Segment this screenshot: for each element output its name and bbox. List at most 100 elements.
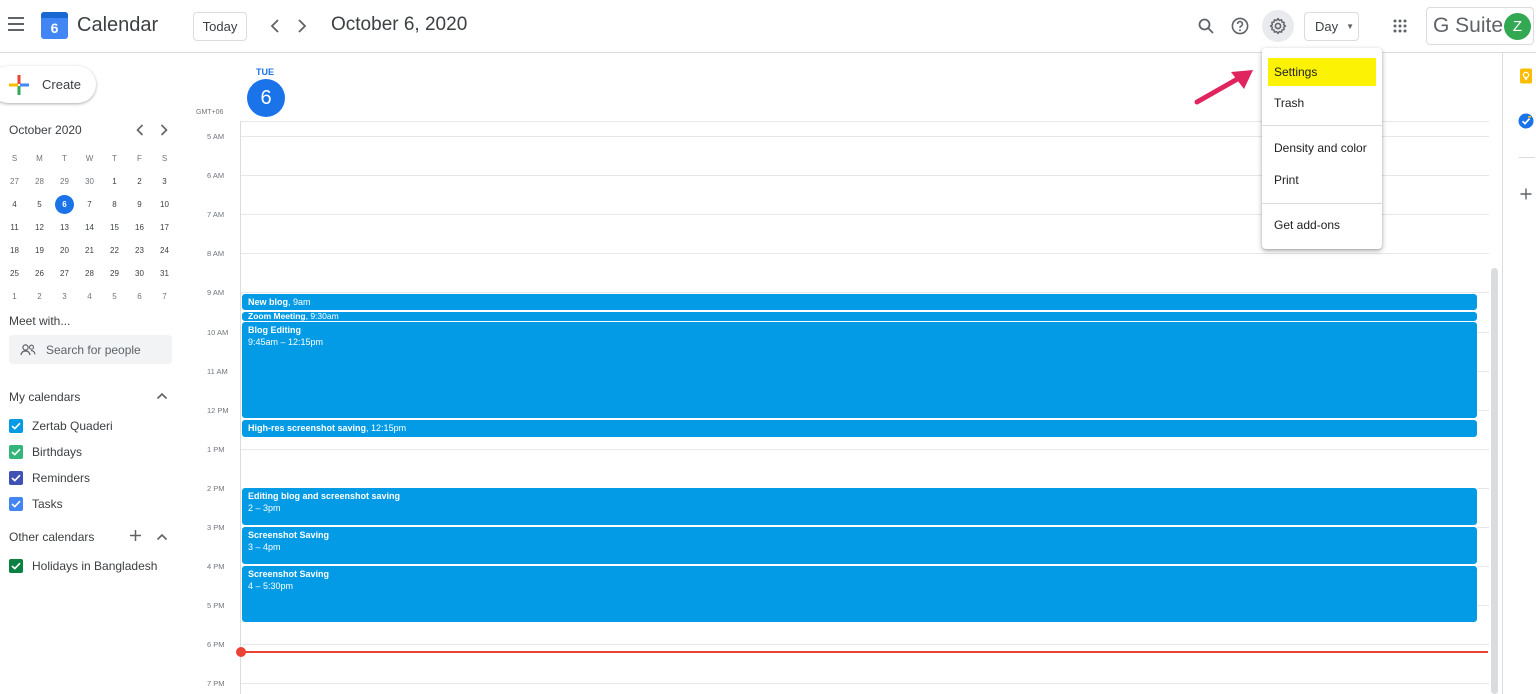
mini-month-day[interactable]: 29 bbox=[102, 264, 127, 283]
calendar-item[interactable]: Reminders bbox=[9, 471, 90, 485]
calendar-item[interactable]: Holidays in Bangladesh bbox=[9, 559, 157, 573]
mini-month-day[interactable]: 4 bbox=[77, 287, 102, 306]
mini-month-day[interactable]: 17 bbox=[152, 218, 177, 237]
today-button[interactable]: Today bbox=[193, 12, 247, 41]
mini-month-day[interactable]: 4 bbox=[2, 195, 27, 214]
checkbox-checked-icon[interactable] bbox=[9, 419, 23, 433]
mini-month-day[interactable]: 12 bbox=[27, 218, 52, 237]
add-calendar-icon[interactable] bbox=[129, 529, 142, 547]
avatar[interactable]: Z bbox=[1504, 13, 1531, 40]
hour-gridline bbox=[241, 644, 1489, 646]
chevron-up-icon[interactable] bbox=[156, 389, 168, 403]
mini-month-day[interactable]: 16 bbox=[127, 218, 152, 237]
add-addon-icon[interactable] bbox=[1520, 187, 1532, 205]
help-icon[interactable] bbox=[1225, 11, 1255, 41]
mini-month-day[interactable]: 1 bbox=[2, 287, 27, 306]
calendar-item[interactable]: Birthdays bbox=[9, 445, 82, 459]
mini-month-day[interactable]: 6 bbox=[127, 287, 152, 306]
menu-divider bbox=[1262, 203, 1382, 204]
day-number-text: 30 bbox=[135, 269, 144, 278]
calendar-event[interactable]: Screenshot Saving 4 – 5:30pm bbox=[241, 565, 1478, 623]
mini-month-day[interactable]: 29 bbox=[52, 172, 77, 191]
timezone-label: GMT+06 bbox=[196, 109, 224, 116]
mini-month-day[interactable]: 30 bbox=[77, 172, 102, 191]
checkbox-checked-icon[interactable] bbox=[9, 497, 23, 511]
mini-month-day[interactable]: 9 bbox=[127, 195, 152, 214]
mini-month-day[interactable]: 2 bbox=[27, 287, 52, 306]
day-number-text: 11 bbox=[10, 223, 19, 232]
checkbox-checked-icon[interactable] bbox=[9, 445, 23, 459]
tasks-icon[interactable] bbox=[1518, 113, 1534, 134]
checkbox-checked-icon[interactable] bbox=[9, 559, 23, 573]
mini-month-day[interactable]: 22 bbox=[102, 241, 127, 260]
day-number-text: 28 bbox=[35, 177, 44, 186]
mini-month-day[interactable]: 3 bbox=[152, 172, 177, 191]
mini-month-day[interactable]: 8 bbox=[102, 195, 127, 214]
apps-grid-icon[interactable] bbox=[1385, 11, 1415, 41]
mini-month-day[interactable]: 7 bbox=[77, 195, 102, 214]
mini-month-day[interactable]: 25 bbox=[2, 264, 27, 283]
mini-month-day[interactable]: 19 bbox=[27, 241, 52, 260]
view-selector[interactable]: Day ▼ bbox=[1304, 12, 1359, 41]
mini-month-day[interactable]: 27 bbox=[2, 172, 27, 191]
calendar-item[interactable]: Zertab Quaderi bbox=[9, 419, 113, 433]
mini-month-day[interactable]: 23 bbox=[127, 241, 152, 260]
calendar-event[interactable]: High-res screenshot saving, 12:15pm bbox=[241, 419, 1478, 438]
my-calendars-heading[interactable]: My calendars bbox=[9, 390, 80, 404]
chevron-left-icon[interactable] bbox=[264, 14, 286, 38]
mini-month-day[interactable]: 3 bbox=[52, 287, 77, 306]
day-number-text: 23 bbox=[135, 246, 144, 255]
mini-month-day[interactable]: 26 bbox=[27, 264, 52, 283]
event-time: , 9:30am bbox=[305, 311, 339, 321]
mini-month-day[interactable]: 5 bbox=[102, 287, 127, 306]
keep-icon[interactable] bbox=[1519, 68, 1533, 89]
hour-label: 8 AM bbox=[207, 249, 225, 259]
search-people-input[interactable]: Search for people bbox=[9, 335, 172, 364]
calendar-event[interactable]: Editing blog and screenshot saving 2 – 3p… bbox=[241, 487, 1478, 526]
menu-item-trash[interactable]: Trash bbox=[1268, 89, 1376, 117]
create-button[interactable]: Create bbox=[0, 66, 96, 103]
checkbox-checked-icon[interactable] bbox=[9, 471, 23, 485]
mini-month-day[interactable]: 5 bbox=[27, 195, 52, 214]
mini-month-day[interactable]: 21 bbox=[77, 241, 102, 260]
mini-month-day[interactable]: 1 bbox=[102, 172, 127, 191]
mini-month-day[interactable]: 28 bbox=[77, 264, 102, 283]
main-menu-icon[interactable] bbox=[8, 17, 24, 31]
gear-icon[interactable] bbox=[1262, 10, 1294, 42]
search-icon[interactable] bbox=[1191, 11, 1221, 41]
menu-item-get-add-ons[interactable]: Get add-ons bbox=[1268, 211, 1376, 239]
calendar-item[interactable]: Tasks bbox=[9, 497, 63, 511]
calendar-event[interactable]: New blog, 9am bbox=[241, 293, 1478, 311]
day-number-text: 26 bbox=[35, 269, 44, 278]
mini-month-day[interactable]: 7 bbox=[152, 287, 177, 306]
day-number-text: 7 bbox=[162, 292, 167, 301]
mini-month-next-icon[interactable] bbox=[157, 121, 171, 139]
mini-month-day[interactable]: 11 bbox=[2, 218, 27, 237]
mini-month-prev-icon[interactable] bbox=[133, 121, 147, 139]
mini-month-day[interactable]: 24 bbox=[152, 241, 177, 260]
day-number-text: 5 bbox=[37, 200, 42, 209]
mini-month-day[interactable]: 13 bbox=[52, 218, 77, 237]
mini-month-day[interactable]: 27 bbox=[52, 264, 77, 283]
calendar-event[interactable]: Blog Editing 9:45am – 12:15pm bbox=[241, 321, 1478, 419]
calendar-event[interactable]: Screenshot Saving 3 – 4pm bbox=[241, 526, 1478, 565]
menu-item-density-and-color[interactable]: Density and color bbox=[1268, 134, 1376, 162]
mini-month-today[interactable]: 6 bbox=[52, 195, 77, 214]
mini-month-day[interactable]: 31 bbox=[152, 264, 177, 283]
day-number[interactable]: 6 bbox=[247, 79, 285, 117]
mini-month-day[interactable]: 30 bbox=[127, 264, 152, 283]
mini-month-day[interactable]: 2 bbox=[127, 172, 152, 191]
mini-month-day[interactable]: 20 bbox=[52, 241, 77, 260]
chevron-right-icon[interactable] bbox=[291, 14, 313, 38]
mini-month-day[interactable]: 18 bbox=[2, 241, 27, 260]
gsuite-account-button[interactable]: G Suite Z bbox=[1426, 7, 1534, 45]
other-calendars-heading[interactable]: Other calendars bbox=[9, 530, 94, 544]
mini-month-day[interactable]: 28 bbox=[27, 172, 52, 191]
mini-month-day[interactable]: 10 bbox=[152, 195, 177, 214]
menu-item-print[interactable]: Print bbox=[1268, 166, 1376, 194]
scrollbar[interactable] bbox=[1491, 268, 1498, 694]
mini-month-day[interactable]: 14 bbox=[77, 218, 102, 237]
chevron-up-icon[interactable] bbox=[156, 530, 168, 544]
mini-month-day[interactable]: 15 bbox=[102, 218, 127, 237]
menu-item-settings[interactable]: Settings bbox=[1268, 58, 1376, 86]
